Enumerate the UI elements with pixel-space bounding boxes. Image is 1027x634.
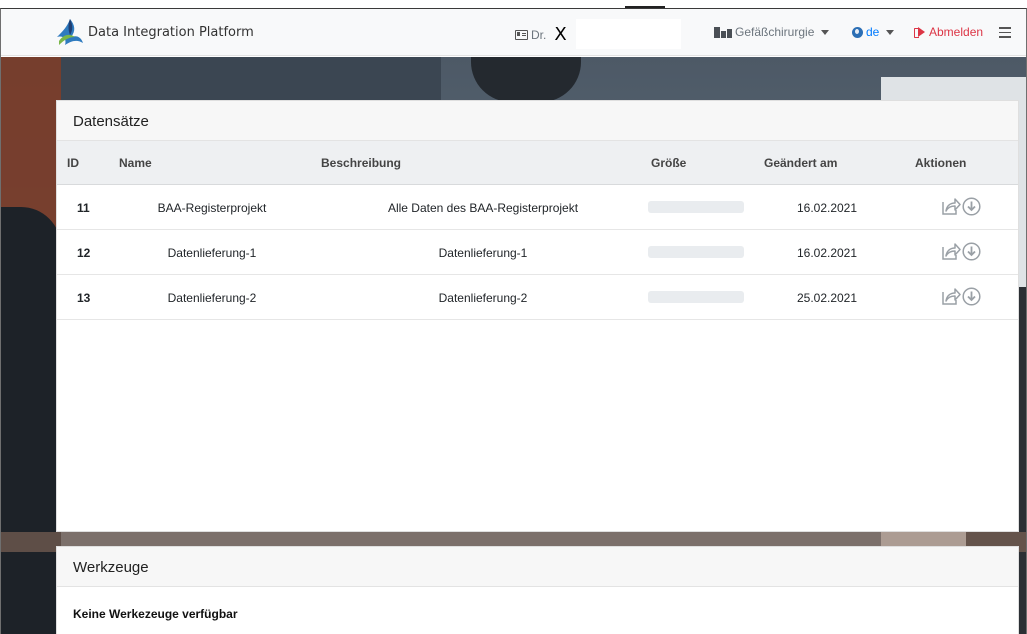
user-name: X (554, 24, 567, 45)
table-row[interactable]: 12 Datenlieferung-1 Datenlieferung-1 16.… (57, 230, 1018, 275)
top-navbar: Data Integration Platform Dr. X Gefäßchi… (1, 9, 1026, 56)
department-dropdown[interactable]: Gefäßchirurgie (714, 25, 830, 39)
row-modified: 16.02.2021 (796, 201, 858, 215)
hamburger-icon[interactable] (999, 27, 1011, 38)
row-id: 12 (77, 246, 91, 260)
chevron-down-icon (886, 29, 895, 35)
row-modified: 25.02.2021 (796, 291, 858, 305)
size-progress-bar (648, 201, 744, 213)
browser-viewport: Data Integration Platform Dr. X Gefäßchi… (0, 8, 1027, 634)
table-row[interactable]: 11 BAA-Registerprojekt Alle Daten des BA… (57, 185, 1018, 230)
row-name: Datenlieferung-1 (167, 246, 257, 260)
bg-shape (1, 207, 61, 634)
size-progress-bar (648, 246, 744, 258)
chevron-down-icon (821, 29, 830, 35)
row-description: Datenlieferung-2 (438, 291, 528, 305)
brand-title: Data Integration Platform (88, 24, 254, 40)
language-label: de (866, 25, 880, 39)
logout-label: Abmelden (929, 25, 984, 39)
download-icon[interactable] (962, 287, 981, 306)
row-actions (940, 242, 981, 261)
column-header-modified[interactable]: Geändert am (764, 156, 837, 170)
logout-icon (914, 27, 925, 38)
row-modified: 16.02.2021 (796, 246, 858, 260)
row-actions (940, 287, 981, 306)
share-icon[interactable] (940, 242, 961, 261)
department-label: Gefäßchirurgie (735, 25, 815, 39)
tools-empty-message: Keine Werkezeuge verfügbar (73, 607, 238, 621)
table-header: ID Name Beschreibung Größe Geändert am A… (57, 141, 1018, 185)
column-header-actions: Aktionen (915, 156, 967, 170)
brand-logo-icon (57, 19, 83, 45)
row-id: 11 (77, 201, 90, 215)
bg-shape (61, 57, 441, 102)
globe-icon (852, 26, 863, 38)
table-row[interactable]: 13 Datenlieferung-2 Datenlieferung-2 25.… (57, 275, 1018, 320)
language-dropdown[interactable]: de (852, 25, 895, 39)
bg-shape (471, 57, 581, 102)
size-progress-bar (648, 291, 744, 303)
brand-link[interactable]: Data Integration Platform (55, 17, 254, 47)
id-card-icon (515, 29, 528, 40)
column-header-description[interactable]: Beschreibung (321, 156, 401, 170)
window-top-edge (0, 0, 1027, 9)
building-icon (714, 26, 732, 38)
user-prefix: Dr. (531, 27, 547, 42)
column-header-name[interactable]: Name (119, 156, 152, 170)
row-id: 13 (77, 291, 91, 305)
row-description: Datenlieferung-1 (438, 246, 528, 260)
download-icon[interactable] (962, 197, 981, 216)
row-name: BAA-Registerprojekt (157, 201, 267, 215)
row-actions (940, 197, 981, 216)
logout-link[interactable]: Abmelden (914, 25, 983, 39)
redacted-area (576, 19, 681, 49)
column-header-id[interactable]: ID (67, 156, 79, 170)
column-header-size[interactable]: Größe (651, 156, 686, 170)
tools-title: Werkzeuge (57, 547, 1018, 587)
user-profile-link[interactable]: Dr. X (515, 24, 567, 45)
row-name: Datenlieferung-2 (167, 291, 257, 305)
share-icon[interactable] (940, 287, 961, 306)
datasets-title: Datensätze (57, 101, 1018, 141)
tools-panel: Werkzeuge Keine Werkezeuge verfügbar (56, 546, 1019, 634)
download-icon[interactable] (962, 242, 981, 261)
share-icon[interactable] (940, 197, 961, 216)
datasets-panel: Datensätze ID Name Beschreibung Größe Ge… (56, 100, 1019, 532)
row-description: Alle Daten des BAA-Registerprojekt (387, 201, 579, 215)
